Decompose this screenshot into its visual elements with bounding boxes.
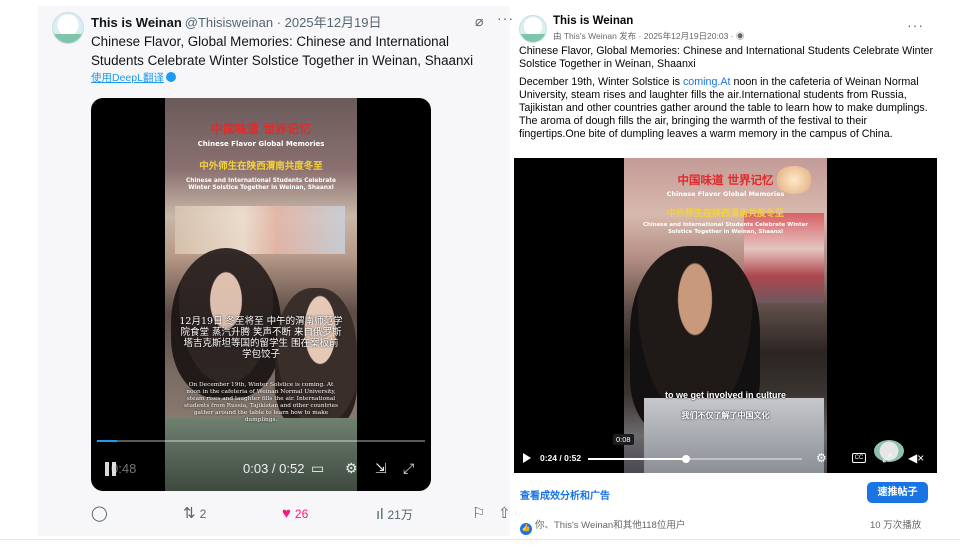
video-caption-cn: 12月19日 冬至将至 中午的渭南师范学院食堂 蒸汽升腾 笑声不断 来自俄罗斯 …: [179, 316, 343, 360]
background-shelf: [175, 206, 345, 254]
video-progress-fill: [97, 440, 117, 442]
fb-video-player[interactable]: 中国味道 世界记忆 Chinese Flavor Global Memories…: [514, 158, 937, 473]
video-subtitle-cn: 中外师生在陕西渭南共度冬至: [199, 161, 323, 172]
video-title-cn: 中国味道 世界记忆: [677, 173, 774, 187]
video-progress-bar[interactable]: [97, 440, 425, 442]
ghost-time: 0:48: [111, 461, 137, 476]
globe-icon: ◉: [735, 31, 745, 41]
reply-icon: ◯: [91, 505, 108, 522]
settings-icon[interactable]: ⚙: [816, 451, 827, 465]
video-subtitle-cn: 中外师生在陕西渭南共度冬至: [666, 209, 784, 219]
video-time: 0:03 / 0:52: [243, 461, 305, 476]
fb-page-name[interactable]: This is Weinan: [553, 15, 633, 27]
video-title-en: Chinese Flavor Global Memories: [666, 190, 785, 198]
video-progress-fill: [588, 458, 687, 460]
repost-count: 2: [199, 507, 207, 521]
x-post-text: Chinese Flavor, Global Memories: Chinese…: [91, 34, 474, 68]
reactions-summary[interactable]: 👍 你、This's Weinan和其他118位用户: [520, 517, 685, 535]
x-author-name[interactable]: This is Weinan: [91, 15, 182, 30]
x-video-player[interactable]: 中国味道 世界记忆 Chinese Flavor Global Memories…: [91, 98, 431, 491]
fb-avatar[interactable]: [519, 15, 547, 43]
translate-label[interactable]: 使用DeepL翻译: [91, 72, 164, 84]
heart-icon: ♥: [282, 505, 291, 522]
reply-button[interactable]: ◯: [91, 506, 112, 522]
repost-button[interactable]: ⇅ 2: [183, 506, 206, 522]
views-button[interactable]: ıl 21万: [376, 506, 413, 523]
video-time: 0:24 / 0:52: [540, 453, 582, 463]
video-progress-bar[interactable]: [588, 455, 802, 463]
like-button[interactable]: ♥ 26: [282, 506, 308, 522]
fb-post-meta: 由 This's Weinan 发布 · 2025年12月19日20:03 · …: [553, 30, 744, 42]
video-title-en: Chinese Flavor Global Memories: [197, 140, 325, 148]
fb-post-card: This is Weinan 由 This's Weinan 发布 · 2025…: [514, 9, 937, 537]
insights-link[interactable]: 查看成效分析和广告: [520, 487, 610, 502]
captions-icon[interactable]: CC: [852, 453, 866, 463]
video-title-cn: 中国味道 世界记忆: [210, 122, 312, 136]
x-post-header: This is Weinan @Thisisweinan · 2025年12月19…: [91, 12, 500, 32]
gif-icon[interactable]: ▭: [311, 460, 324, 477]
boost-post-button[interactable]: 速推帖子: [867, 482, 928, 503]
video-subtitle-en: Chinese and International Students Celeb…: [642, 222, 809, 235]
repost-icon: ⇅: [183, 505, 196, 522]
grok-icon[interactable]: ⌀: [475, 13, 483, 30]
deepl-badge-icon: [165, 72, 176, 82]
screenshot-stage: This is Weinan @Thisisweinan · 2025年12月19…: [0, 0, 960, 546]
bookmark-icon: ⚐: [472, 505, 486, 522]
share-icon: ⇧: [498, 505, 511, 522]
thumbs-up-icon: 👍: [520, 523, 532, 535]
like-count: 26: [294, 507, 309, 521]
progress-knob[interactable]: [682, 455, 691, 463]
x-post-card: This is Weinan @Thisisweinan · 2025年12月19…: [38, 6, 513, 536]
fb-post-title: Chinese Flavor, Global Memories: Chinese…: [519, 45, 934, 70]
mute-icon[interactable]: ◀×: [908, 451, 924, 465]
video-caption-en: to we get involved in culture: [664, 390, 787, 400]
view-count: 21万: [387, 508, 413, 522]
avatar-wave: [53, 34, 83, 43]
pop-out-icon[interactable]: ⇲: [375, 460, 387, 477]
reactions-text[interactable]: 你、This's Weinan和其他118位用户: [535, 520, 685, 531]
translate-link[interactable]: 使用DeepL翻译: [91, 70, 176, 85]
video-controls: 0:24 / 0:52 ⚙ CC ⤢ ◀×: [514, 450, 937, 470]
views-icon: ıl: [376, 505, 384, 523]
x-avatar[interactable]: [52, 12, 84, 44]
fb-video-frame: 中国味道 世界记忆 Chinese Flavor Global Memories…: [624, 158, 827, 473]
video-controls: 0:48 0:03 / 0:52 ▭ ⚙ ⇲ ⤢: [91, 458, 431, 484]
fb-post-text: Chinese Flavor, Global Memories: Chinese…: [519, 45, 934, 146]
fb-post-paragraph-1: December 19th, Winter Solstice is coming…: [519, 76, 934, 141]
fullscreen-icon[interactable]: ⤢: [403, 460, 414, 477]
avatar-wave: [520, 34, 546, 42]
x-handle-date: @Thisisweinan · 2025年12月19日: [184, 15, 382, 30]
more-options-icon[interactable]: ···: [497, 10, 514, 26]
fb-para1-text: December 19th, Winter Solstice is: [519, 76, 683, 88]
fullscreen-icon[interactable]: ⤢: [882, 451, 892, 466]
bottom-divider: [0, 539, 960, 540]
more-options-icon[interactable]: ···: [907, 17, 924, 33]
video-caption-en: On December 19th, Winter Solstice is com…: [184, 382, 338, 423]
settings-icon[interactable]: ⚙: [345, 460, 358, 477]
video-subtitle-en: Chinese and International Students Celeb…: [186, 178, 336, 191]
play-icon[interactable]: [523, 453, 531, 463]
view-count: 10 万次播放: [870, 520, 922, 531]
video-caption-cn: 我们不仅了解了中国文化: [681, 411, 770, 420]
x-action-bar: ◯ ⇅ 2 ♥ 26 ıl 21万 ⚐ ⇧: [91, 506, 511, 526]
x-video-frame: 中国味道 世界记忆 Chinese Flavor Global Memories…: [165, 98, 357, 491]
fb-post-paragraph-2: The aroma of dough fills the air, bringi…: [519, 115, 893, 140]
seek-time-tooltip: 0:08: [613, 434, 634, 445]
fb-meta-text: 由 This's Weinan 发布 · 2025年12月19日20:03 ·: [553, 31, 734, 41]
share-button[interactable]: ⇧: [498, 506, 511, 522]
bookmark-button[interactable]: ⚐: [472, 506, 485, 522]
fb-inline-link[interactable]: coming.At: [683, 76, 731, 88]
